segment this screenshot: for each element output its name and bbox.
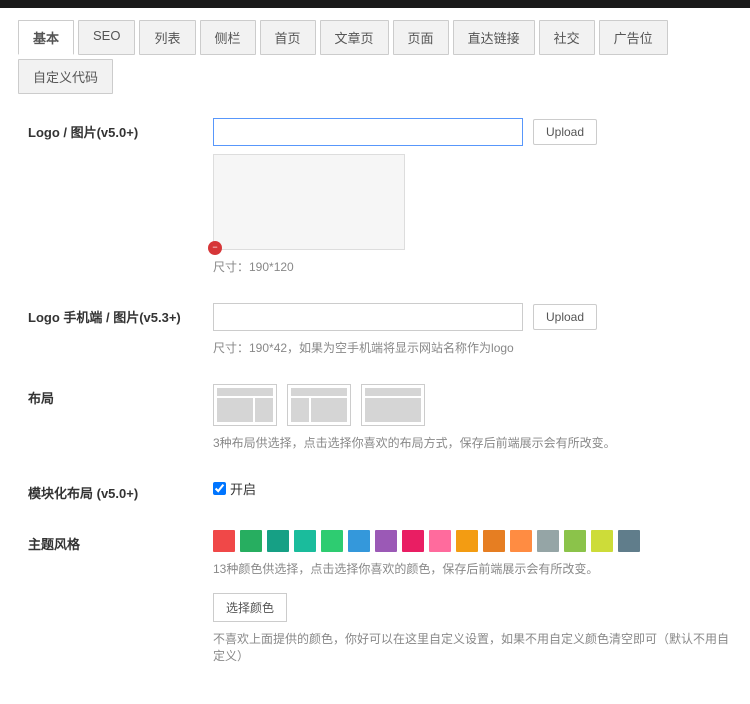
- theme-style-label: 主题风格: [28, 530, 213, 553]
- logo-mobile-label: Logo 手机端 / 图片(v5.3+): [28, 303, 213, 326]
- theme-style-hint: 13种颜色供选择，点击选择你喜欢的颜色，保存后前端展示会有所改变。: [213, 560, 732, 577]
- logo-mobile-input[interactable]: [213, 303, 523, 331]
- color-swatch-6[interactable]: [375, 530, 397, 552]
- tab-direct-link[interactable]: 直达链接: [453, 20, 535, 55]
- tab-social[interactable]: 社交: [539, 20, 595, 55]
- color-swatch-4[interactable]: [321, 530, 343, 552]
- color-swatch-14[interactable]: [591, 530, 613, 552]
- tab-sidebar[interactable]: 侧栏: [200, 20, 256, 55]
- color-swatch-10[interactable]: [483, 530, 505, 552]
- row-logo-mobile: Logo 手机端 / 图片(v5.3+) Upload 尺寸：190*42，如果…: [18, 303, 732, 356]
- color-swatch-5[interactable]: [348, 530, 370, 552]
- row-theme-style: 主题风格 13种颜色供选择，点击选择你喜欢的颜色，保存后前端展示会有所改变。 选…: [18, 530, 732, 664]
- color-swatch-13[interactable]: [564, 530, 586, 552]
- modular-checkbox-label: 开启: [230, 479, 256, 498]
- color-swatches: [213, 530, 732, 552]
- tab-custom-code[interactable]: 自定义代码: [18, 59, 113, 94]
- color-swatch-7[interactable]: [402, 530, 424, 552]
- color-swatch-9[interactable]: [456, 530, 478, 552]
- logo-upload-button[interactable]: Upload: [533, 119, 597, 145]
- layout-label: 布局: [28, 384, 213, 407]
- custom-color-button[interactable]: 选择颜色: [213, 593, 287, 622]
- logo-mobile-upload-button[interactable]: Upload: [533, 304, 597, 330]
- color-swatch-12[interactable]: [537, 530, 559, 552]
- custom-color-hint: 不喜欢上面提供的颜色，你好可以在这里自定义设置，如果不用自定义颜色清空即可（默认…: [213, 630, 732, 664]
- layout-hint: 3种布局供选择，点击选择你喜欢的布局方式，保存后前端展示会有所改变。: [213, 434, 732, 451]
- modular-label: 模块化布局 (v5.0+): [28, 479, 213, 502]
- logo-mobile-hint: 尺寸：190*42，如果为空手机端将显示网站名称作为logo: [213, 339, 732, 356]
- color-swatch-3[interactable]: [294, 530, 316, 552]
- layout-option-2[interactable]: [287, 384, 351, 426]
- row-layout: 布局 3种布局供选择，点击选择你喜欢的布局方式，保存后前端展示会有所改变。: [18, 384, 732, 451]
- remove-icon[interactable]: −: [208, 241, 222, 255]
- layout-option-1[interactable]: [213, 384, 277, 426]
- logo-input[interactable]: [213, 118, 523, 146]
- tab-page[interactable]: 页面: [393, 20, 449, 55]
- color-swatch-1[interactable]: [240, 530, 262, 552]
- color-swatch-2[interactable]: [267, 530, 289, 552]
- row-modular: 模块化布局 (v5.0+) 开启: [18, 479, 732, 502]
- color-swatch-11[interactable]: [510, 530, 532, 552]
- admin-topbar: [0, 0, 750, 8]
- tab-home[interactable]: 首页: [260, 20, 316, 55]
- settings-panel: 基本 SEO 列表 侧栏 首页 文章页 页面 直达链接 社交 广告位 自定义代码…: [0, 8, 750, 704]
- modular-checkbox-wrap[interactable]: 开启: [213, 479, 732, 498]
- logo-preview: −: [213, 154, 405, 250]
- tab-seo[interactable]: SEO: [78, 20, 135, 55]
- tabs-nav: 基本 SEO 列表 侧栏 首页 文章页 页面 直达链接 社交 广告位 自定义代码: [18, 20, 732, 94]
- logo-label: Logo / 图片(v5.0+): [28, 118, 213, 141]
- tab-ads[interactable]: 广告位: [599, 20, 668, 55]
- modular-checkbox[interactable]: [213, 482, 226, 495]
- color-swatch-15[interactable]: [618, 530, 640, 552]
- logo-hint: 尺寸：190*120: [213, 258, 732, 275]
- row-logo: Logo / 图片(v5.0+) Upload − 尺寸：190*120: [18, 118, 732, 275]
- color-swatch-8[interactable]: [429, 530, 451, 552]
- tab-list[interactable]: 列表: [139, 20, 195, 55]
- tab-post[interactable]: 文章页: [320, 20, 389, 55]
- color-swatch-0[interactable]: [213, 530, 235, 552]
- tab-basic[interactable]: 基本: [18, 20, 74, 55]
- layout-option-3[interactable]: [361, 384, 425, 426]
